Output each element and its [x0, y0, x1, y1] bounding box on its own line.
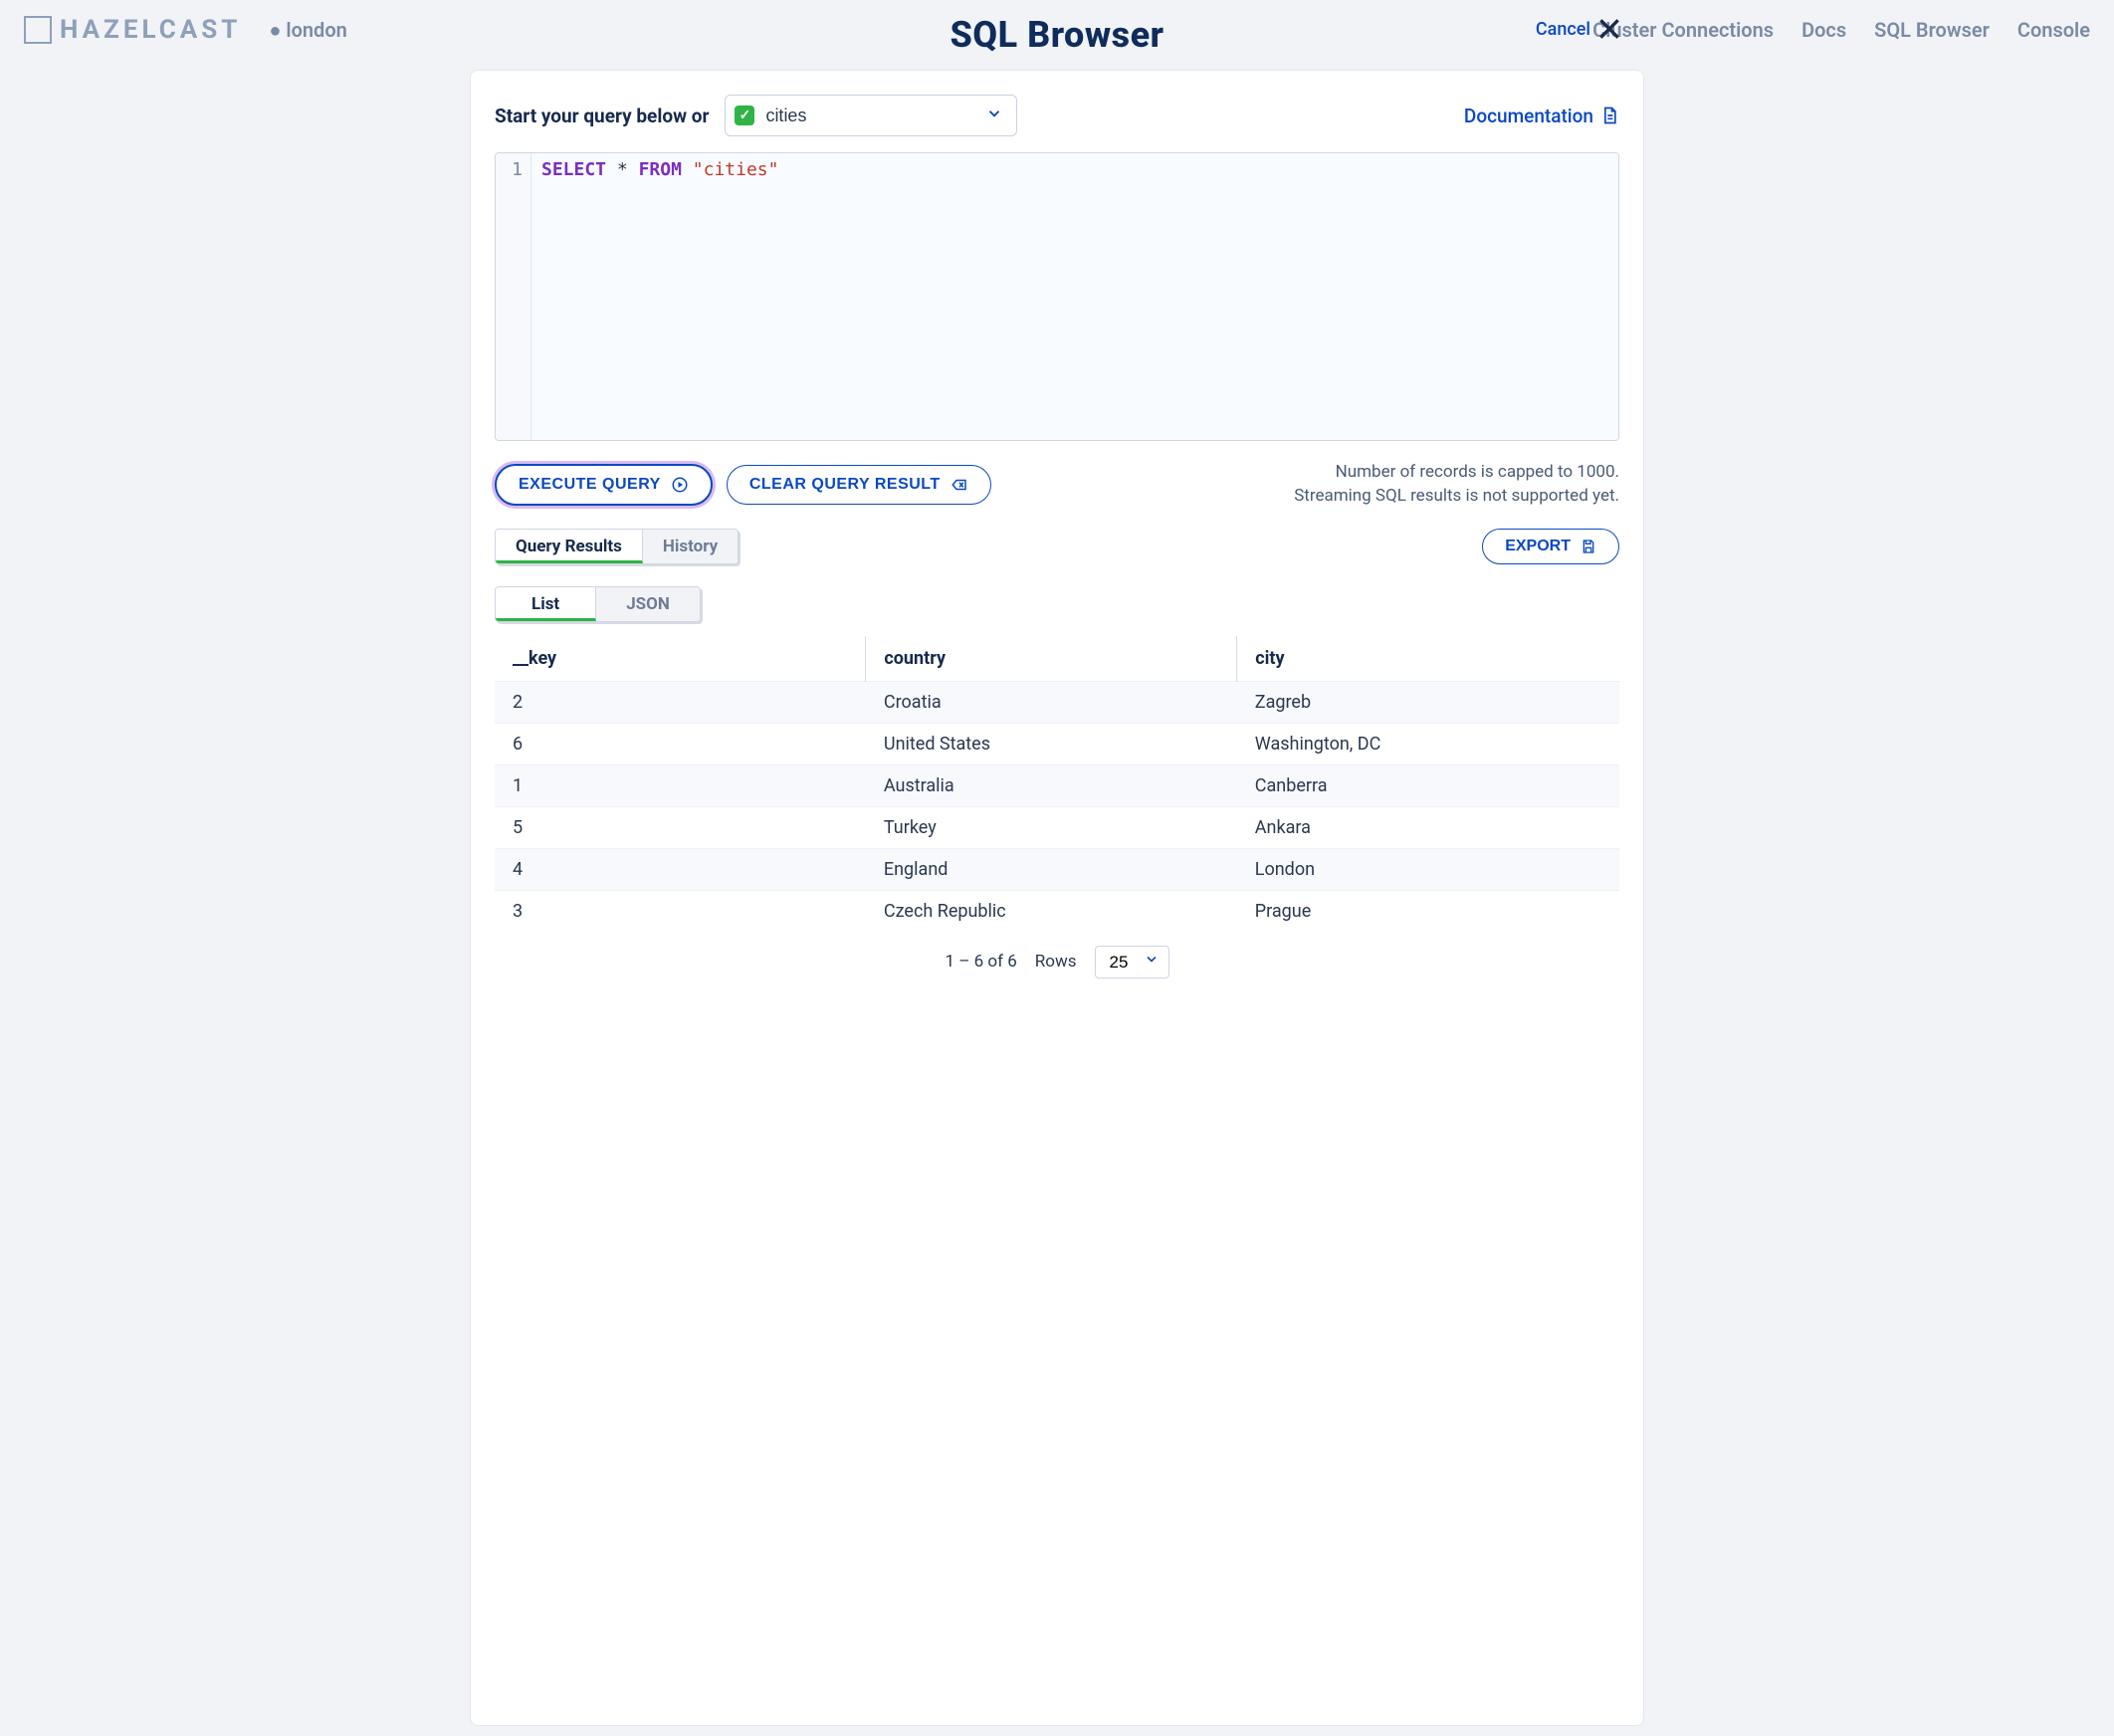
cell-city: Zagreb	[1237, 681, 1619, 723]
cancel-label: Cancel	[1536, 19, 1590, 40]
records-note: Number of records is capped to 1000. Str…	[1294, 461, 1619, 509]
clear-query-result-button[interactable]: CLEAR QUERY RESULT	[727, 465, 991, 505]
editor-code[interactable]: SELECT * FROM "cities"	[531, 153, 1618, 440]
cell-city: Ankara	[1237, 806, 1619, 848]
cell-city: Canberra	[1237, 764, 1619, 806]
tab-json-view[interactable]: JSON	[596, 587, 700, 621]
col-key[interactable]: __key	[495, 636, 866, 682]
view-tabs: List JSON	[495, 586, 701, 622]
table-row[interactable]: 1AustraliaCanberra	[495, 764, 1619, 806]
page-range: 1 – 6 of 6	[945, 952, 1016, 972]
cell-country: United States	[866, 723, 1237, 764]
table-row[interactable]: 6United StatesWashington, DC	[495, 723, 1619, 764]
table-row[interactable]: 5TurkeyAnkara	[495, 806, 1619, 848]
query-prompt-label: Start your query below or	[495, 105, 709, 127]
rows-per-page-select[interactable]: 25	[1095, 946, 1169, 978]
cell-country: Australia	[866, 764, 1237, 806]
document-icon	[1599, 105, 1619, 126]
documentation-label: Documentation	[1464, 105, 1593, 127]
cell-key: 2	[495, 681, 866, 723]
tab-list-view[interactable]: List	[496, 587, 596, 621]
pagination: 1 – 6 of 6 Rows 25	[495, 932, 1619, 982]
tab-history[interactable]: History	[643, 530, 738, 563]
rows-label: Rows	[1035, 952, 1077, 972]
sql-editor[interactable]: 1 SELECT * FROM "cities"	[495, 152, 1619, 441]
modal-title: SQL Browser	[950, 14, 1163, 56]
cell-key: 6	[495, 723, 866, 764]
execute-label: EXECUTE QUERY	[519, 476, 661, 494]
cell-key: 3	[495, 890, 866, 932]
results-tabs: Query Results History	[495, 529, 739, 564]
cell-city: London	[1237, 848, 1619, 890]
cell-city: Washington, DC	[1237, 723, 1619, 764]
cell-country: Croatia	[866, 681, 1237, 723]
editor-gutter: 1	[496, 153, 531, 440]
clear-label: CLEAR QUERY RESULT	[749, 476, 941, 494]
cell-key: 4	[495, 848, 866, 890]
documentation-link[interactable]: Documentation	[1464, 105, 1619, 127]
close-icon	[1596, 16, 1622, 42]
results-table: __key country city 2CroatiaZagreb6United…	[495, 636, 1619, 932]
table-row[interactable]: 4EnglandLondon	[495, 848, 1619, 890]
map-select[interactable]: cities	[725, 95, 1017, 136]
execute-query-button[interactable]: EXECUTE QUERY	[495, 464, 713, 506]
save-icon	[1581, 539, 1596, 554]
cell-key: 5	[495, 806, 866, 848]
tab-query-results[interactable]: Query Results	[496, 530, 643, 563]
table-row[interactable]: 2CroatiaZagreb	[495, 681, 1619, 723]
cancel-button[interactable]: Cancel	[1536, 16, 1622, 42]
cell-country: Czech Republic	[866, 890, 1237, 932]
sql-browser-modal: SQL Browser Cancel Start your query belo…	[470, 10, 1644, 1726]
play-circle-icon	[671, 476, 689, 494]
cell-city: Prague	[1237, 890, 1619, 932]
table-row[interactable]: 3Czech RepublicPrague	[495, 890, 1619, 932]
col-country[interactable]: country	[866, 636, 1237, 682]
export-button[interactable]: EXPORT	[1482, 529, 1619, 564]
cell-country: England	[866, 848, 1237, 890]
map-selector[interactable]: ✓ cities	[725, 95, 1017, 136]
cell-country: Turkey	[866, 806, 1237, 848]
check-icon: ✓	[735, 106, 754, 125]
export-label: EXPORT	[1505, 538, 1571, 555]
col-city[interactable]: city	[1237, 636, 1619, 682]
clear-icon	[951, 476, 968, 494]
cell-key: 1	[495, 764, 866, 806]
